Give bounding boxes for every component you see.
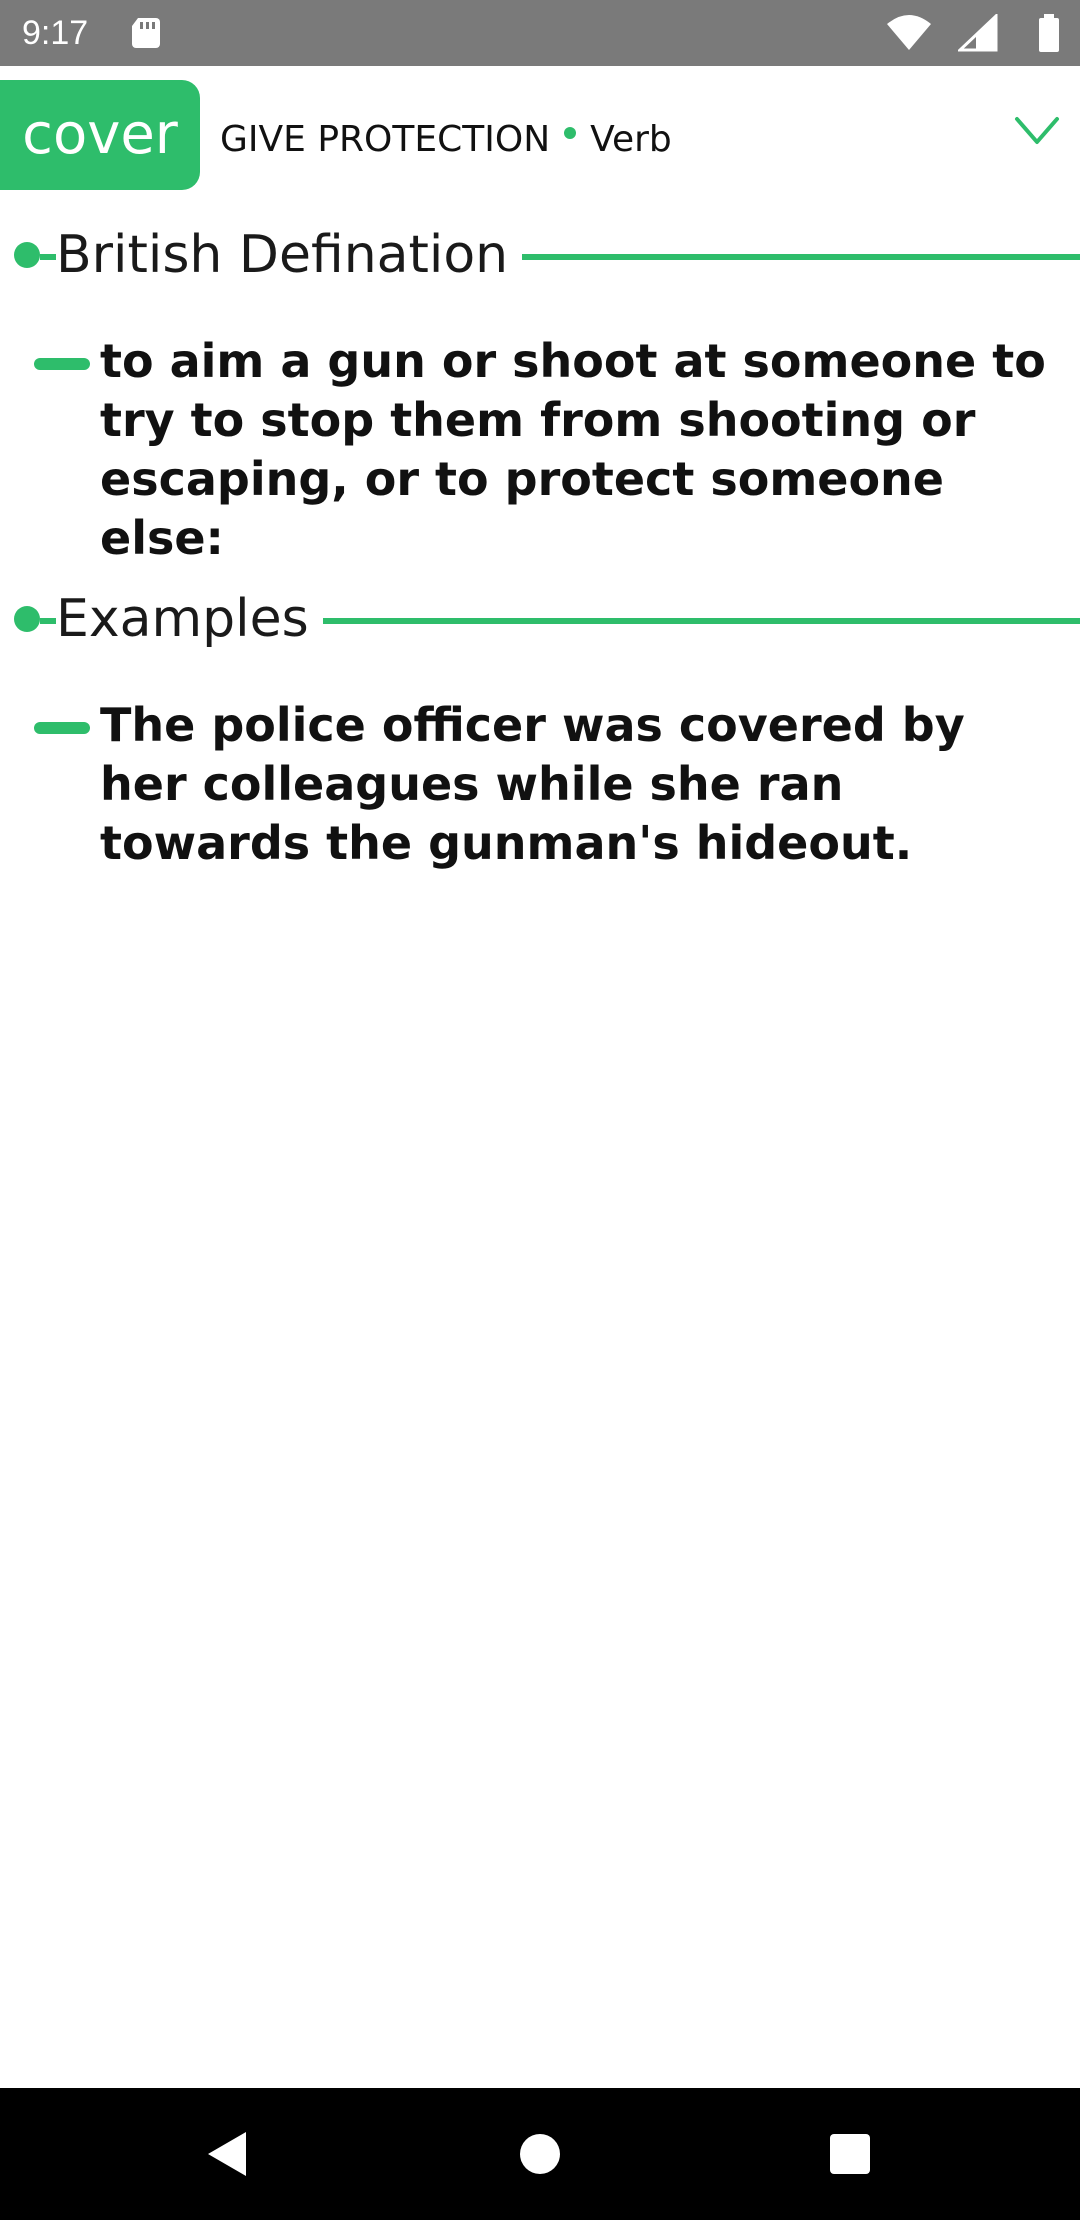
chevron-down-icon[interactable] (1014, 116, 1060, 151)
word-chip: cover (0, 80, 200, 190)
part-of-speech: Verb (590, 118, 672, 160)
word-header: cover GIVE PROTECTION Verb (0, 80, 1080, 190)
status-bar: 9:17 (0, 0, 1080, 66)
navigation-bar (0, 2088, 1080, 2220)
status-time: 9:17 (22, 14, 89, 52)
dash-marker (34, 722, 90, 734)
bullet-dot (14, 606, 40, 632)
separator-dot (564, 127, 577, 139)
definition-section-heading: British Defination (0, 220, 1080, 290)
bullet-dot (14, 242, 40, 268)
examples-section-heading: Examples (0, 584, 1080, 654)
dash-marker (34, 358, 90, 370)
sense-title: GIVE PROTECTION (220, 118, 551, 160)
example-text: The police officer was covered by her co… (100, 698, 965, 870)
sense-label: GIVE PROTECTION Verb (220, 80, 672, 198)
definition-text: to aim a gun or shoot at someone to try … (100, 334, 1046, 565)
section-title: Examples (56, 584, 323, 654)
section-title: British Defination (56, 220, 523, 290)
sd-card-icon (130, 16, 162, 55)
